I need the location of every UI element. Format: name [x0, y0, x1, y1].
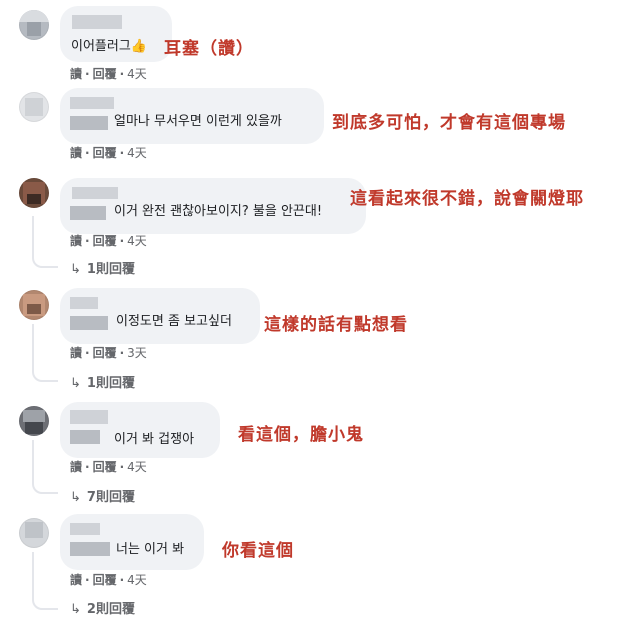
- reply-count: 7則回覆: [86, 490, 135, 505]
- comment-2: 얼마나 무서우면 이런게 있을까 到底多可怕，才會有這個專場 讀 · 回覆 · 4天: [0, 84, 640, 174]
- comment-3: 이거 완전 괜찮아보이지? 불을 안끈대! 這看起來很不錯，說會關燈耶 讀 · 回覆…: [0, 172, 640, 282]
- reply-arrow-icon: ↳: [70, 376, 81, 391]
- reply-action[interactable]: 回覆: [93, 234, 117, 248]
- like-action[interactable]: 讀: [70, 346, 82, 360]
- comment-bubble: 너는 이거 봐: [60, 514, 204, 570]
- reply-count: 1則回覆: [86, 376, 135, 391]
- avatar[interactable]: [19, 406, 49, 436]
- blurred-username: [70, 206, 106, 220]
- reply-action[interactable]: 回覆: [93, 67, 117, 81]
- blurred-username: [72, 187, 118, 199]
- translation-annotation: 耳塞（讚）: [164, 39, 254, 59]
- comment-bubble: 이거 완전 괜찮아보이지? 불을 안끈대!: [60, 178, 366, 234]
- comment-6: 너는 이거 봐 你看這個 讀 · 回覆 · 4天 ↳ 2則回覆: [0, 510, 640, 635]
- like-action[interactable]: 讀: [70, 67, 82, 81]
- blurred-username: [70, 410, 108, 424]
- reply-action[interactable]: 回覆: [93, 573, 117, 587]
- avatar[interactable]: [19, 178, 49, 208]
- reply-action[interactable]: 回覆: [93, 346, 117, 360]
- reply-action[interactable]: 回覆: [93, 460, 117, 474]
- view-replies-button[interactable]: ↳ 2則回覆: [70, 598, 135, 617]
- avatar[interactable]: [19, 10, 49, 40]
- comment-text: 이거 봐 겁쟁아: [114, 432, 195, 447]
- translation-annotation: 到底多可怕，才會有這個專場: [332, 113, 566, 133]
- translation-annotation: 這樣的話有點想看: [264, 315, 408, 335]
- view-replies-button[interactable]: ↳ 7則回覆: [70, 486, 135, 505]
- like-action[interactable]: 讀: [70, 460, 82, 474]
- comment-4: 이정도면 좀 보고싶더 這樣的話有點想看 讀 · 回覆 · 3天 ↳ 1則回覆: [0, 284, 640, 394]
- blurred-username: [70, 316, 108, 330]
- reply-count: 2則回覆: [86, 602, 135, 617]
- translation-annotation: 這看起來很不錯，說會關燈耶: [350, 189, 584, 209]
- comment-bubble: 이어플러그👍: [60, 6, 172, 62]
- avatar[interactable]: [19, 518, 49, 548]
- comment-bubble: 이정도면 좀 보고싶더: [60, 288, 260, 344]
- view-replies-button[interactable]: ↳ 1則回覆: [70, 258, 135, 277]
- timestamp[interactable]: 4天: [127, 67, 147, 81]
- reply-arrow-icon: ↳: [70, 602, 81, 617]
- comment-text: 이정도면 좀 보고싶더: [116, 314, 232, 329]
- thread-line: [32, 440, 58, 494]
- comment-1: 이어플러그👍 耳塞（讚） 讀 · 回覆 · 4天: [0, 0, 640, 90]
- timestamp[interactable]: 3天: [127, 346, 147, 360]
- comment-bubble: 이거 봐 겁쟁아: [60, 402, 220, 458]
- avatar[interactable]: [19, 92, 49, 122]
- blurred-username: [70, 297, 98, 309]
- view-replies-button[interactable]: ↳ 1則回覆: [70, 372, 135, 391]
- comment-text: 너는 이거 봐: [116, 542, 185, 557]
- comment-bubble: 얼마나 무서우면 이런게 있을까: [60, 88, 324, 144]
- blurred-username: [70, 116, 108, 130]
- comment-5: 이거 봐 겁쟁아 看這個，膽小鬼 讀 · 回覆 · 4天 ↳ 7則回覆: [0, 396, 640, 508]
- comment-meta: 讀 · 回覆 · 4天: [70, 146, 147, 160]
- like-action[interactable]: 讀: [70, 234, 82, 248]
- reply-action[interactable]: 回覆: [93, 146, 117, 160]
- comment-text: 이어플러그👍: [71, 39, 147, 54]
- reply-arrow-icon: ↳: [70, 262, 81, 277]
- thread-line: [32, 324, 58, 382]
- comment-meta: 讀 · 回覆 · 4天: [70, 67, 147, 81]
- timestamp[interactable]: 4天: [127, 234, 147, 248]
- like-action[interactable]: 讀: [70, 573, 82, 587]
- comment-meta: 讀 · 回覆 · 3天: [70, 346, 147, 360]
- timestamp[interactable]: 4天: [127, 146, 147, 160]
- like-action[interactable]: 讀: [70, 146, 82, 160]
- thread-line: [32, 552, 58, 610]
- comment-meta: 讀 · 回覆 · 4天: [70, 460, 147, 474]
- translation-annotation: 看這個，膽小鬼: [238, 425, 364, 445]
- translation-annotation: 你看這個: [222, 541, 294, 561]
- blurred-username: [70, 97, 114, 109]
- timestamp[interactable]: 4天: [127, 573, 147, 587]
- reply-arrow-icon: ↳: [70, 490, 81, 505]
- comment-meta: 讀 · 回覆 · 4天: [70, 573, 147, 587]
- timestamp[interactable]: 4天: [127, 460, 147, 474]
- blurred-username: [70, 430, 100, 444]
- comment-text: 이거 완전 괜찮아보이지? 불을 안끈대!: [114, 204, 323, 219]
- blurred-username: [70, 542, 110, 556]
- reply-count: 1則回覆: [86, 262, 135, 277]
- comment-meta: 讀 · 回覆 · 4天: [70, 234, 147, 248]
- comment-text: 얼마나 무서우면 이런게 있을까: [114, 114, 282, 129]
- thumbs-up-emoji: 👍: [130, 39, 147, 54]
- blurred-username: [72, 15, 122, 29]
- avatar[interactable]: [19, 290, 49, 320]
- thread-line: [32, 216, 58, 268]
- blurred-username: [70, 523, 100, 535]
